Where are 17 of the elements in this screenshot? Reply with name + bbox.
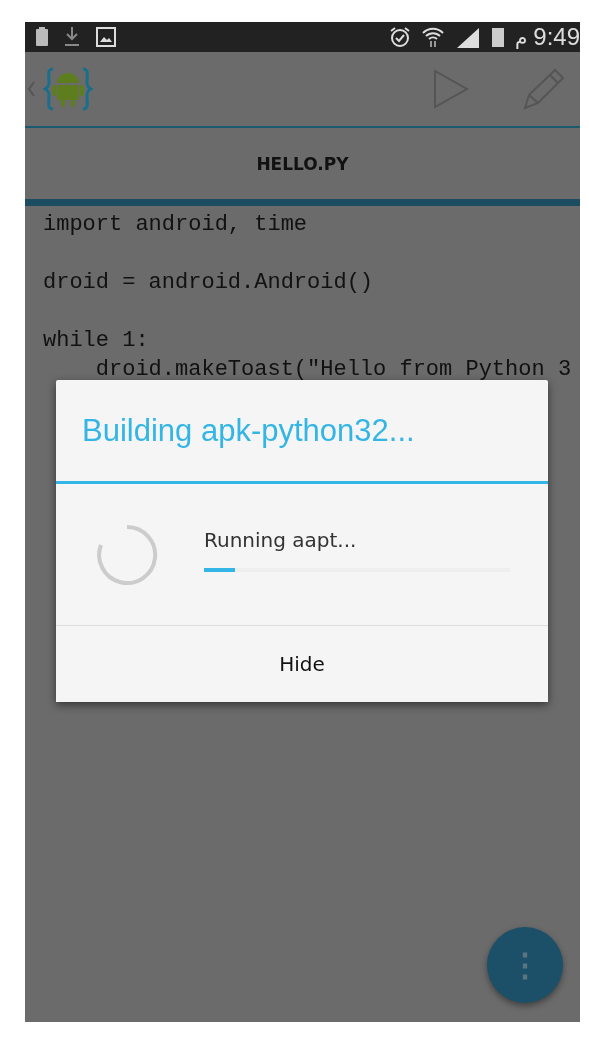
code-line: while 1: <box>43 327 150 355</box>
dialog-title: Building apk-python32... <box>56 380 548 484</box>
progress-message: Running aapt... <box>204 527 358 552</box>
download-icon <box>63 26 81 48</box>
battery-icon <box>35 27 49 47</box>
hide-button[interactable]: Hide <box>56 626 548 702</box>
wifi-icon <box>420 26 445 48</box>
time-suffix: م <box>514 25 528 49</box>
battery-icon <box>490 26 505 48</box>
code-line: import android, time <box>43 211 309 239</box>
android-logo-icon[interactable] <box>43 67 93 111</box>
file-tab[interactable]: HELLO.PY <box>25 128 580 199</box>
loading-spinner-icon <box>96 523 158 586</box>
code-line: droid = android.Android() <box>43 269 375 297</box>
alarm-clock-icon <box>388 26 411 48</box>
image-icon <box>95 26 117 48</box>
clock-time: 9:49 <box>533 23 580 51</box>
